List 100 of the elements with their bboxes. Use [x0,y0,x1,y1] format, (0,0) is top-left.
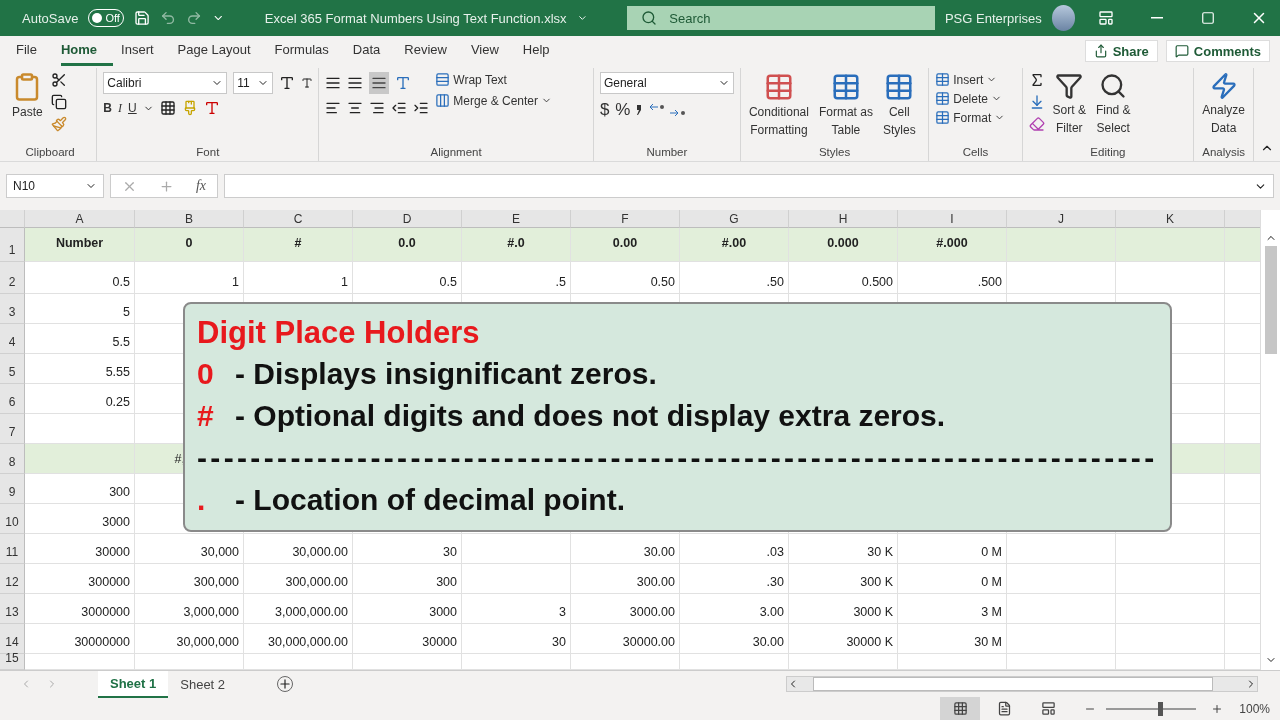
search-icon [641,10,658,26]
column-header[interactable]: I [898,210,1007,228]
wrap-text-button[interactable]: Wrap Text [435,72,553,87]
zoom-level: 100% [1239,701,1270,716]
menu-tab[interactable]: Data [352,36,397,66]
find-select-button[interactable]: Find & Select [1093,72,1133,136]
group-label: Clipboard [24,146,76,160]
column-header[interactable]: C [244,210,353,228]
scroll-thumb[interactable] [813,677,1213,691]
increase-indent-icon[interactable] [413,100,430,116]
undo-icon[interactable] [160,9,177,27]
row-header[interactable]: 6 [0,384,25,414]
row-header[interactable]: 10 [0,504,25,534]
menu-tab[interactable]: Formulas [274,36,345,66]
row-header[interactable]: 13 [0,594,25,624]
cells-button[interactable]: Delete [935,91,1006,106]
row-header[interactable]: 4 [0,324,25,354]
column-header[interactable]: B [135,210,244,228]
name-box[interactable]: N10 [6,174,104,198]
redo-icon[interactable] [186,9,203,27]
format-painter-icon[interactable] [50,116,67,132]
menu-tab[interactable]: Page Layout [177,36,267,66]
orientation-icon[interactable] [395,75,412,91]
align-right-icon[interactable] [369,100,386,116]
row-header[interactable]: 3 [0,294,25,324]
align-center-icon[interactable] [347,100,364,116]
slider-thumb[interactable] [1157,701,1163,716]
align-left-icon[interactable] [325,100,342,116]
column-header[interactable]: D [353,210,462,228]
row-header[interactable]: 12 [0,564,25,594]
row-header[interactable]: 7 [0,414,25,444]
font-name-field[interactable]: Calibri [103,72,228,94]
row-header[interactable]: 15 [0,654,25,670]
row-header[interactable]: 8 [0,444,25,474]
sheet-tab[interactable]: Sheet 2 [168,670,238,698]
zoom-in-icon[interactable] [1211,702,1224,715]
menu-tab[interactable]: Insert [121,36,170,66]
table-cell: 30000 [25,534,135,564]
comma-style-icon[interactable] [636,104,643,116]
font-size-field[interactable]: 11 [233,72,274,94]
share-button[interactable]: Share [1084,40,1158,62]
merge-center-button[interactable]: Merge & Center [435,93,553,108]
font-color-icon[interactable] [203,100,220,116]
table-cell: 3 M [898,594,1007,624]
grow-font-icon[interactable] [279,75,296,91]
formula-input[interactable] [224,174,1274,198]
row-header[interactable]: 1 [0,228,25,262]
menu-tab[interactable]: Help [522,36,566,66]
menu-tab[interactable]: View [470,36,515,66]
column-header[interactable]: A [25,210,135,228]
middle-align-icon[interactable] [347,75,364,91]
percent-button[interactable]: % [615,100,631,120]
number-format-field[interactable]: General [599,72,734,94]
column-header[interactable]: E [462,210,571,228]
currency-button[interactable]: $ [599,100,610,120]
table-cell: 30,000,000.00 [244,624,353,654]
italic-button[interactable]: I [118,100,122,116]
row-header[interactable]: 11 [0,534,25,564]
cut-icon[interactable] [50,72,67,88]
styles-button[interactable]: Conditional Formatting [746,72,811,138]
row-header[interactable]: 9 [0,474,25,504]
column-header[interactable]: F [571,210,680,228]
borders-icon[interactable] [159,100,176,116]
avatar [1051,5,1076,31]
comments-button[interactable]: Comments [1165,40,1270,62]
column-header[interactable]: J [1007,210,1116,228]
shrink-font-icon[interactable] [301,77,314,89]
table-cell: 30000 [353,624,462,654]
top-align-icon[interactable] [325,75,342,91]
row-header[interactable]: 2 [0,262,25,294]
menu-tab[interactable]: Review [404,36,463,66]
row-header[interactable]: 5 [0,354,25,384]
cells-button[interactable]: Insert [935,72,1006,87]
table-cell: 30,000 [135,534,244,564]
bold-button[interactable]: B [103,101,112,115]
analyze-data-button[interactable]: Analyze Data [1200,72,1247,136]
styles-button[interactable]: Format as Table [816,72,875,138]
table-cell: 3000000 [25,594,135,624]
styles-button[interactable]: Cell Styles [880,72,918,138]
sheet-tab[interactable]: Sheet 1 [98,670,169,698]
search-field[interactable]: Search [627,6,935,30]
column-header[interactable]: K [1116,210,1225,228]
clear-icon[interactable] [1028,116,1045,132]
save-icon[interactable] [133,9,150,27]
column-header[interactable]: H [789,210,898,228]
table-cell: 1 [135,262,244,294]
view-button[interactable] [940,697,981,720]
decrease-indent-icon[interactable] [391,100,408,116]
menu-tab[interactable]: File [16,36,53,66]
insert-function-button[interactable]: fx [195,178,206,194]
table-cell: 300,000 [135,564,244,594]
column-header[interactable]: G [680,210,789,228]
scroll-thumb[interactable] [1264,246,1277,354]
cells-button[interactable]: Format [935,110,1006,125]
row-header[interactable]: 14 [0,624,25,654]
paste-button[interactable]: Paste [10,72,45,120]
underline-button[interactable]: U [128,101,137,115]
bottom-align-icon[interactable] [369,72,390,94]
copy-icon[interactable] [50,94,67,110]
sort-filter-button[interactable]: Sort & Filter [1050,72,1088,136]
